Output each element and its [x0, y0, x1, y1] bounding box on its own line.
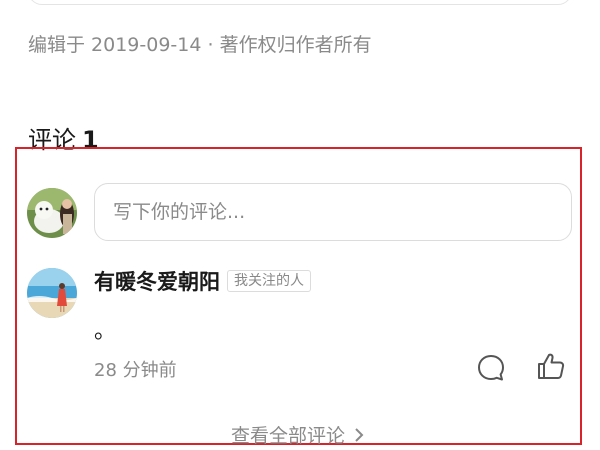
view-all-label: 查看全部评论 [230, 425, 345, 447]
comment-input[interactable] [94, 183, 572, 241]
current-user-avatar[interactable] [27, 188, 77, 238]
like-button[interactable] [535, 350, 567, 382]
commenter-avatar[interactable] [27, 268, 77, 318]
view-all-comments-link[interactable]: 查看全部评论 [0, 421, 596, 448]
chevron-right-icon [353, 426, 365, 448]
article-edit-meta: 编辑于 2019-09-14 · 著作权归作者所有 [28, 34, 372, 56]
commenter-header: 有暖冬爱朝阳 我关注的人 [94, 266, 311, 296]
comment-bubble-icon [478, 355, 504, 381]
thumbs-up-icon [538, 353, 565, 379]
previous-content-card [28, 0, 572, 5]
reply-button[interactable] [475, 352, 507, 384]
comment-time: 28 分钟前 [94, 360, 177, 381]
following-badge: 我关注的人 [227, 270, 311, 292]
commenter-name[interactable]: 有暖冬爱朝阳 [94, 266, 220, 296]
comment-text: 。 [94, 319, 117, 344]
